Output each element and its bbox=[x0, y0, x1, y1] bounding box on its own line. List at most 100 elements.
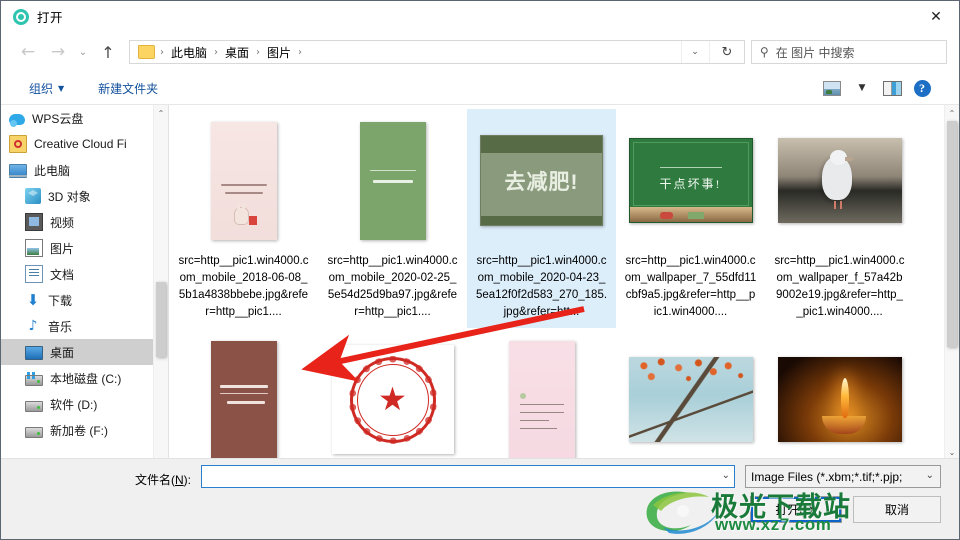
file-item[interactable]: src=http__pic1.win4000.com_mobile_2018-0… bbox=[169, 109, 318, 328]
search-placeholder: 在 图片 中搜索 bbox=[775, 45, 855, 60]
refresh-icon[interactable]: ↻ bbox=[709, 41, 744, 63]
breadcrumb-separator: › bbox=[256, 46, 261, 58]
sidebar-item-documents[interactable]: 文档 bbox=[1, 261, 168, 287]
file-name: src=http__pic1.win4000.com_mobile_2018-0… bbox=[178, 255, 309, 318]
sidebar-item-local-disk-c[interactable]: 本地磁盘 (C:) bbox=[1, 365, 168, 391]
open-button[interactable]: 打开(O) bbox=[750, 496, 842, 523]
file-list-pane: src=http__pic1.win4000.com_mobile_2018-0… bbox=[169, 105, 959, 460]
chevron-down-icon: ▼ bbox=[858, 83, 866, 93]
thumbnail-wrap: 干点坏事! bbox=[626, 113, 756, 248]
navigation-bar: ← → ⌄ ↑ › 此电脑 › 桌面 › 图片 › ⌄ ↻ ⚲ 在 图片 中搜索 bbox=[1, 32, 959, 72]
thumbnail-wrap bbox=[775, 113, 905, 248]
forward-button[interactable]: → bbox=[43, 37, 73, 67]
breadcrumb-this-pc[interactable]: 此电脑 bbox=[169, 44, 209, 61]
folder-icon bbox=[138, 45, 155, 59]
cloud-icon bbox=[9, 114, 25, 127]
green-text-poster-thumbnail bbox=[359, 121, 426, 240]
sidebar-item-label: WPS云盘 bbox=[32, 111, 84, 126]
sidebar-item-drive-d[interactable]: 软件 (D:) bbox=[1, 391, 168, 417]
sidebar-scrollbar[interactable]: ⌃ bbox=[153, 105, 168, 460]
brown-poster-thumbnail bbox=[210, 340, 277, 459]
window-title: 打开 bbox=[37, 11, 64, 25]
sidebar-item-label: 图片 bbox=[50, 241, 75, 256]
up-button[interactable]: ↑ bbox=[93, 37, 123, 67]
file-item[interactable] bbox=[467, 328, 616, 460]
file-type-select[interactable]: Image Files (*.xbm;*.tif;*.pjp; ⌄ bbox=[745, 465, 941, 488]
thumbnail-wrap bbox=[328, 332, 458, 460]
sidebar-item-label: 3D 对象 bbox=[48, 189, 91, 204]
file-name: src=http__pic1.win4000.com_mobile_2020-0… bbox=[475, 255, 608, 318]
3d-objects-icon bbox=[25, 188, 41, 204]
new-folder-button[interactable]: 新建文件夹 bbox=[92, 77, 164, 100]
sidebar-item-wps-cloud[interactable]: WPS云盘 bbox=[1, 105, 168, 131]
green-board-thumbnail: 去减肥! bbox=[480, 135, 603, 226]
scrollbar-thumb[interactable] bbox=[947, 121, 957, 347]
this-pc-icon bbox=[9, 163, 27, 178]
filename-label-post: ): bbox=[183, 473, 192, 487]
file-item[interactable] bbox=[318, 328, 467, 460]
music-icon: ♪ bbox=[28, 318, 38, 334]
file-item[interactable] bbox=[169, 328, 318, 460]
file-item[interactable] bbox=[616, 328, 765, 460]
organize-button[interactable]: 组织 ▼ bbox=[23, 77, 70, 100]
preview-pane-button[interactable] bbox=[877, 75, 907, 101]
sidebar-item-videos[interactable]: 视频 bbox=[1, 209, 168, 235]
sidebar-item-label: 下载 bbox=[48, 293, 73, 308]
scrollbar-thumb[interactable] bbox=[156, 282, 166, 357]
breadcrumb-separator: › bbox=[160, 46, 164, 58]
thumbnail-wrap bbox=[179, 332, 309, 460]
file-name: src=http__pic1.win4000.com_wallpaper_f_5… bbox=[774, 255, 905, 318]
breadcrumb-pictures[interactable]: 图片 bbox=[265, 44, 293, 61]
drive-icon bbox=[25, 426, 43, 438]
sidebar-item-label: 音乐 bbox=[48, 319, 73, 334]
sidebar-item-3d-objects[interactable]: 3D 对象 bbox=[1, 183, 168, 209]
close-icon[interactable]: ✕ bbox=[913, 1, 959, 32]
windows-drive-icon bbox=[25, 371, 43, 386]
help-button[interactable]: ? bbox=[907, 75, 937, 101]
desktop-icon bbox=[25, 346, 43, 360]
sidebar-item-desktop[interactable]: 桌面 bbox=[1, 339, 168, 365]
organize-label: 组织 bbox=[29, 81, 54, 96]
scroll-up-icon[interactable]: ⌃ bbox=[154, 105, 168, 121]
breadcrumb-desktop[interactable]: 桌面 bbox=[223, 44, 251, 61]
file-type-value: Image Files (*.xbm;*.tif;*.pjp; bbox=[751, 469, 903, 484]
sidebar-item-label: 文档 bbox=[50, 267, 75, 282]
file-item[interactable] bbox=[765, 328, 914, 460]
documents-icon bbox=[25, 265, 43, 283]
sidebar-item-pictures[interactable]: 图片 bbox=[1, 235, 168, 261]
breadcrumb-separator: › bbox=[214, 46, 219, 58]
search-box[interactable]: ⚲ 在 图片 中搜索 bbox=[751, 40, 947, 64]
chevron-down-icon[interactable]: ⌄ bbox=[722, 470, 730, 481]
cancel-button[interactable]: 取消 bbox=[853, 496, 941, 523]
back-button[interactable]: ← bbox=[13, 37, 43, 67]
filename-input[interactable]: ⌄ bbox=[201, 465, 735, 488]
filename-label: 文件名(N): bbox=[135, 471, 191, 488]
sidebar-item-drive-f[interactable]: 新加卷 (F:) bbox=[1, 417, 168, 443]
red-seal-stamp-thumbnail bbox=[331, 345, 454, 454]
file-item[interactable]: src=http__pic1.win4000.com_wallpaper_f_5… bbox=[765, 109, 914, 328]
pink-rabbit-poster-thumbnail bbox=[210, 121, 277, 240]
sidebar-item-this-pc[interactable]: 此电脑 bbox=[1, 157, 168, 183]
view-layout-icon bbox=[823, 80, 841, 96]
drive-icon bbox=[25, 400, 43, 412]
file-item[interactable]: 干点坏事! src=http__pic1.win4000.com_wallpap… bbox=[616, 109, 765, 328]
recent-locations-button[interactable]: ⌄ bbox=[73, 37, 93, 67]
view-layout-dropdown[interactable]: ▼ bbox=[847, 75, 877, 101]
file-item-selected[interactable]: 去减肥! src=http__pic1.win4000.com_mobile_2… bbox=[467, 109, 616, 328]
sidebar-item-creative-cloud[interactable]: Creative Cloud Fi bbox=[1, 131, 168, 157]
sidebar-item-music[interactable]: ♪ 音乐 bbox=[1, 313, 168, 339]
view-layout-button[interactable] bbox=[817, 75, 847, 101]
pink-note-thumbnail bbox=[508, 340, 575, 459]
sidebar-item-label: 视频 bbox=[50, 215, 75, 230]
file-list-scrollbar[interactable]: ⌃ ⌄ bbox=[944, 105, 959, 460]
chevron-down-icon: ⌄ bbox=[925, 470, 934, 481]
sidebar-item-downloads[interactable]: ⬇ 下载 bbox=[1, 287, 168, 313]
file-item[interactable]: src=http__pic1.win4000.com_mobile_2020-0… bbox=[318, 109, 467, 328]
sidebar-item-label: 软件 (D:) bbox=[50, 397, 98, 412]
address-bar[interactable]: › 此电脑 › 桌面 › 图片 › ⌄ ↻ bbox=[129, 40, 745, 64]
thumbnail-text: 去减肥! bbox=[504, 171, 579, 194]
videos-icon bbox=[25, 213, 43, 231]
open-file-dialog: 打开 ✕ ← → ⌄ ↑ › 此电脑 › 桌面 › 图片 › ⌄ ↻ ⚲ 在 图… bbox=[0, 0, 960, 540]
chevron-down-icon[interactable]: ⌄ bbox=[681, 41, 708, 63]
scroll-up-icon[interactable]: ⌃ bbox=[945, 105, 959, 121]
